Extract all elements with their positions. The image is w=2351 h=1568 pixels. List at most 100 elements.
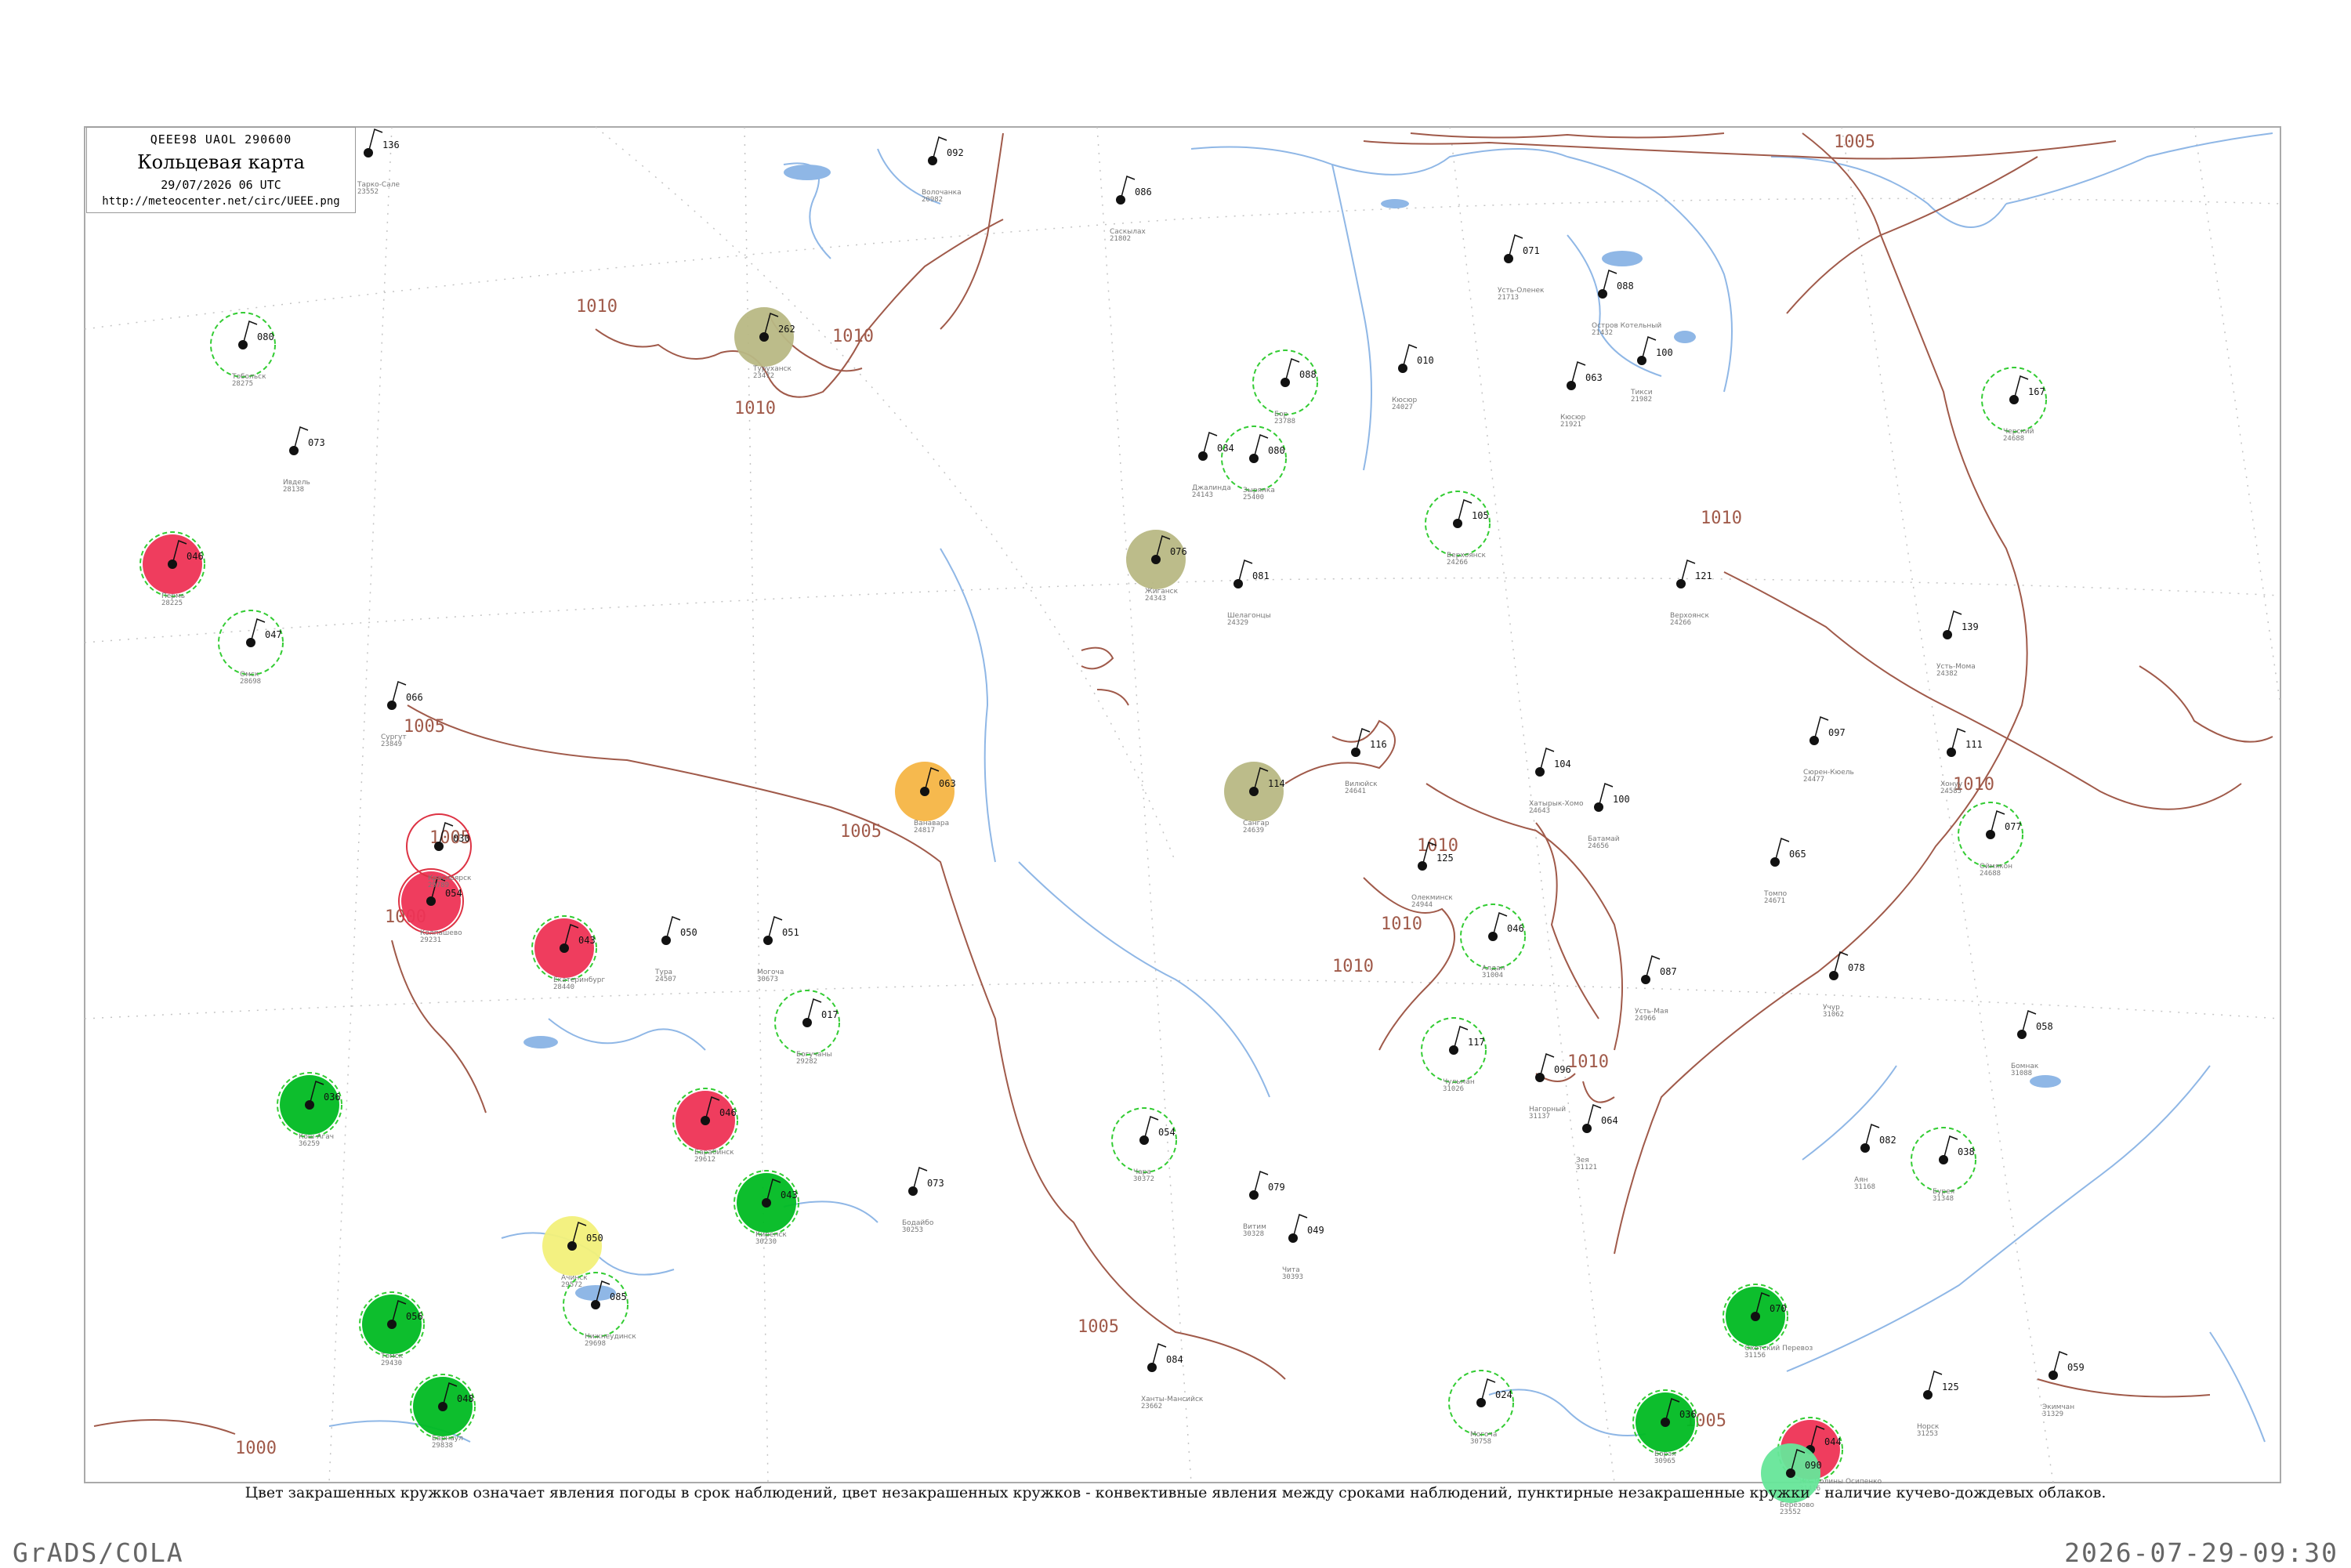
pressure-value: 063 xyxy=(1585,372,1603,383)
pressure-value: 071 xyxy=(1523,245,1540,256)
station-index: 24343 xyxy=(1145,595,1166,603)
software-credit: GrADS/COLA xyxy=(13,1537,184,1568)
pressure-value: 096 xyxy=(1554,1064,1571,1075)
map-title: Кольцевая карта xyxy=(137,151,305,173)
station-name: Богучаны xyxy=(796,1051,832,1059)
station-index: 31088 xyxy=(2011,1070,2032,1077)
station-name: Остров Котельный xyxy=(1592,322,1661,330)
station-index: 24329 xyxy=(1227,619,1248,627)
pressure-value: 046 xyxy=(187,551,204,562)
station-index: 24643 xyxy=(1529,807,1550,815)
station-index: 24266 xyxy=(1447,559,1468,567)
pressure-value: 076 xyxy=(1170,546,1187,557)
station-index: 21713 xyxy=(1498,294,1519,302)
station-index: 24671 xyxy=(1764,897,1785,905)
station-name: Сангар xyxy=(1243,820,1270,827)
station-index: 24966 xyxy=(1635,1015,1656,1023)
pressure-value: 050 xyxy=(586,1233,603,1244)
station-index: 29231 xyxy=(420,936,441,944)
station-name: Кюсюр xyxy=(1392,397,1417,404)
station-name: Ванавара xyxy=(914,820,949,827)
station-index: 31026 xyxy=(1443,1085,1464,1093)
map-frame xyxy=(84,126,2281,1483)
station-name: Нижнеудинск xyxy=(585,1333,636,1341)
station-name: Экимчан xyxy=(2042,1403,2074,1411)
station-index: 31004 xyxy=(1482,972,1503,980)
pressure-value: 111 xyxy=(1965,739,1983,750)
bulletin-code: QEEE98 UAOL 290600 xyxy=(150,132,292,147)
pressure-value: 038 xyxy=(1958,1146,1975,1157)
station-name: Бурея xyxy=(1933,1188,1954,1196)
station-name: Кош-Агач xyxy=(299,1133,334,1141)
station-name: Омск xyxy=(240,671,259,679)
station-name: Берёзово xyxy=(1780,1501,1815,1509)
station-index: 24641 xyxy=(1345,788,1366,795)
pressure-value: 017 xyxy=(821,1009,839,1020)
station-index: 28138 xyxy=(283,486,304,494)
station-name: Сюрен-Кюель xyxy=(1803,769,1854,777)
isobar-label: 1010 xyxy=(576,297,618,317)
station-index: 30965 xyxy=(1654,1458,1675,1465)
station-name: Туруханск xyxy=(752,365,792,373)
pressure-value: 044 xyxy=(1824,1436,1842,1447)
pressure-value: 030 xyxy=(453,833,470,844)
pressure-value: 010 xyxy=(1417,355,1434,366)
station-index: 25400 xyxy=(1243,494,1264,502)
station-name: Усть-Оленек xyxy=(1498,287,1545,295)
station-index: 30758 xyxy=(1470,1438,1491,1446)
pressure-value: 065 xyxy=(1789,849,1806,860)
station-index: 30230 xyxy=(755,1238,777,1246)
station-index: 23849 xyxy=(381,741,402,748)
station-index: 21802 xyxy=(1110,235,1131,243)
station-index: 30253 xyxy=(902,1226,923,1234)
pressure-value: 024 xyxy=(1495,1389,1512,1400)
station-index: 29572 xyxy=(561,1281,582,1289)
station-index: 20982 xyxy=(922,196,943,204)
station-name: Норск xyxy=(1917,1423,1940,1431)
station-index: 21982 xyxy=(1631,396,1652,404)
pressure-value: 050 xyxy=(680,927,697,938)
isobar-label: 1010 xyxy=(1701,509,1742,528)
pressure-value: 056 xyxy=(406,1311,423,1322)
pressure-value: 063 xyxy=(939,778,956,789)
station-name: Зырянка xyxy=(1243,487,1275,494)
pressure-value: 114 xyxy=(1268,778,1285,789)
pressure-value: 048 xyxy=(457,1393,474,1404)
station-index: 30372 xyxy=(1133,1175,1154,1183)
station-name: Могоча xyxy=(1470,1431,1497,1439)
pressure-value: 097 xyxy=(1828,727,1846,738)
station-index: 24143 xyxy=(1192,491,1213,499)
station-name: Шелагонцы xyxy=(1227,612,1271,620)
station-index: 24507 xyxy=(655,976,676,983)
isobar-label: 1010 xyxy=(1567,1052,1609,1072)
station-index: 31121 xyxy=(1576,1164,1597,1171)
pressure-value: 081 xyxy=(1252,570,1270,581)
station-index: 24688 xyxy=(1980,870,2001,878)
station-plot: 090 23552Берёзово xyxy=(1761,1443,1822,1516)
station-index: 31156 xyxy=(1744,1352,1766,1360)
station-index: 24944 xyxy=(1411,901,1433,909)
isobar-label: 1005 xyxy=(840,822,882,842)
station-name: Барнаул xyxy=(432,1435,463,1443)
pressure-value: 078 xyxy=(1848,962,1865,973)
station-name: Бомнак xyxy=(2011,1063,2039,1070)
station-index: 24688 xyxy=(2003,435,2024,443)
station-index: 29789 xyxy=(428,882,449,889)
station-name: Джалинда xyxy=(1192,484,1231,492)
station-name: Томпо xyxy=(1763,890,1788,898)
station-index: 21921 xyxy=(1560,421,1581,429)
pressure-value: 079 xyxy=(1268,1182,1285,1193)
pressure-value: 125 xyxy=(1942,1382,1959,1392)
pressure-value: 073 xyxy=(308,437,325,448)
station-index: 31168 xyxy=(1854,1183,1875,1191)
station-name: Охотский Перевоз xyxy=(1744,1345,1813,1353)
station-name: Чита xyxy=(1282,1266,1300,1274)
isobar-label: 1005 xyxy=(1078,1317,1119,1337)
pressure-value: 082 xyxy=(1879,1135,1896,1146)
station-name: Черский xyxy=(2003,428,2034,436)
station-index: 23788 xyxy=(1274,418,1295,425)
pressure-value: 051 xyxy=(782,927,799,938)
pressure-value: 088 xyxy=(1617,281,1634,292)
station-name: Екатеринбург xyxy=(553,976,605,984)
station-index: 28698 xyxy=(240,678,261,686)
